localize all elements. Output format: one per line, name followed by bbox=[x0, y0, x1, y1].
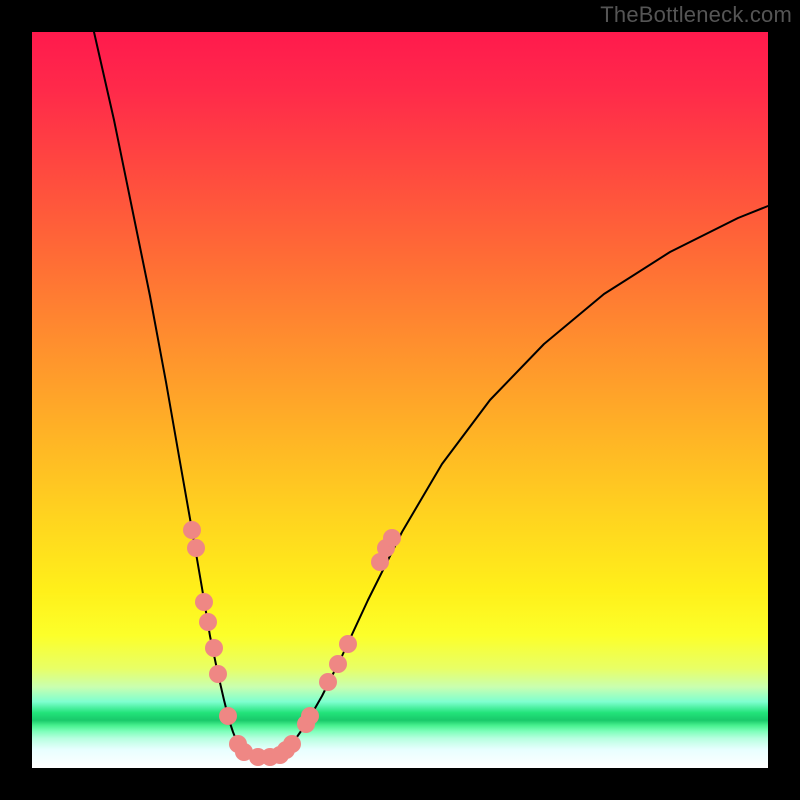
marker-dot bbox=[187, 539, 205, 557]
marker-dot bbox=[283, 735, 301, 753]
series-right-arm bbox=[280, 206, 768, 755]
marker-dot bbox=[219, 707, 237, 725]
marker-dot bbox=[329, 655, 347, 673]
marker-dot bbox=[199, 613, 217, 631]
watermark-text: TheBottleneck.com bbox=[600, 2, 792, 28]
marker-dot bbox=[383, 529, 401, 547]
marker-dot bbox=[183, 521, 201, 539]
marker-dot bbox=[195, 593, 213, 611]
marker-dot bbox=[319, 673, 337, 691]
marker-dots bbox=[183, 521, 401, 766]
marker-dot bbox=[301, 707, 319, 725]
marker-dot bbox=[339, 635, 357, 653]
marker-dot bbox=[205, 639, 223, 657]
marker-dot bbox=[209, 665, 227, 683]
plot-area bbox=[32, 32, 768, 768]
curve-layer bbox=[32, 32, 768, 768]
chart-frame: TheBottleneck.com bbox=[0, 0, 800, 800]
bottleneck-curve bbox=[94, 32, 768, 757]
